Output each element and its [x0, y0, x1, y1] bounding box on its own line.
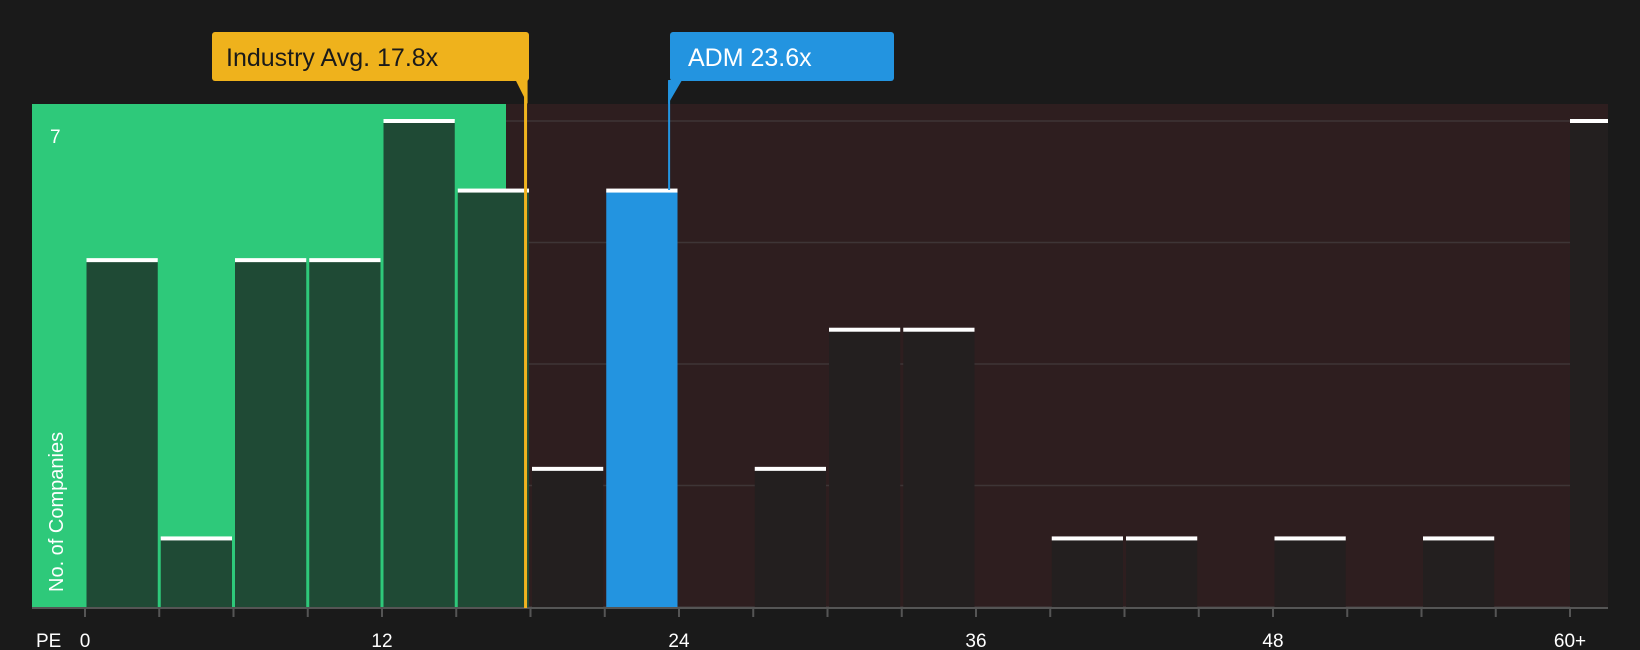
- bar-cap: [1570, 119, 1608, 123]
- bar-cap: [1423, 536, 1495, 541]
- x-tick-label: 48: [1262, 631, 1283, 650]
- y-tick-label-7: 7: [50, 127, 61, 148]
- industry-avg-label: Industry Avg. 17.8x: [226, 44, 439, 72]
- x-tick-label: 60+: [1554, 631, 1586, 650]
- bar-cap: [1051, 536, 1123, 541]
- bar-cap: [754, 466, 826, 471]
- bar-cap: [457, 188, 529, 193]
- x-axis-label: PE: [36, 631, 61, 650]
- x-tick-label: 0: [80, 631, 91, 650]
- chart-svg: 7 No. of Companies PE 0 12 24 36 48 60+ Indus…: [32, 32, 1608, 650]
- x-tick-label: 36: [965, 631, 986, 650]
- histogram-bar: [383, 121, 455, 608]
- bar-cap: [235, 258, 307, 263]
- histogram-bar: [829, 329, 901, 608]
- pe-distribution-chart: 7 No. of Companies PE 0 12 24 36 48 60+ Indus…: [0, 0, 1640, 650]
- histogram-bar: [235, 260, 307, 608]
- company-label: ADM 23.6x: [688, 44, 812, 72]
- bar-cap: [903, 327, 975, 332]
- bar-cap: [383, 119, 455, 123]
- histogram-bar: [1126, 538, 1198, 608]
- histogram-bar: [86, 260, 158, 608]
- histogram-bar: [160, 538, 232, 608]
- bar-cap: [829, 327, 901, 332]
- bar-cap: [1274, 536, 1346, 541]
- histogram-bar: [309, 260, 381, 608]
- histogram-bar: [532, 468, 604, 608]
- x-tick-label: 12: [371, 631, 392, 650]
- histogram-bar: [1423, 538, 1495, 608]
- histogram-bar: [1274, 538, 1346, 608]
- histogram-bar: [754, 468, 826, 608]
- bar-cap: [606, 188, 678, 193]
- company-callout: ADM 23.6x: [668, 32, 894, 104]
- histogram-bar: [1570, 121, 1608, 608]
- industry-avg-callout: Industry Avg. 17.8x: [212, 32, 529, 104]
- bar-cap: [1126, 536, 1198, 541]
- bar-cap: [86, 258, 158, 263]
- histogram-bar: [606, 190, 678, 609]
- bar-cap: [309, 258, 381, 263]
- y-axis-label: No. of Companies: [46, 432, 68, 592]
- x-tick-label: 24: [668, 631, 690, 650]
- bar-cap: [532, 466, 604, 471]
- histogram-bar: [1051, 538, 1123, 608]
- histogram-bar: [903, 329, 975, 608]
- histogram-bar: [457, 190, 529, 609]
- bar-cap: [160, 536, 232, 541]
